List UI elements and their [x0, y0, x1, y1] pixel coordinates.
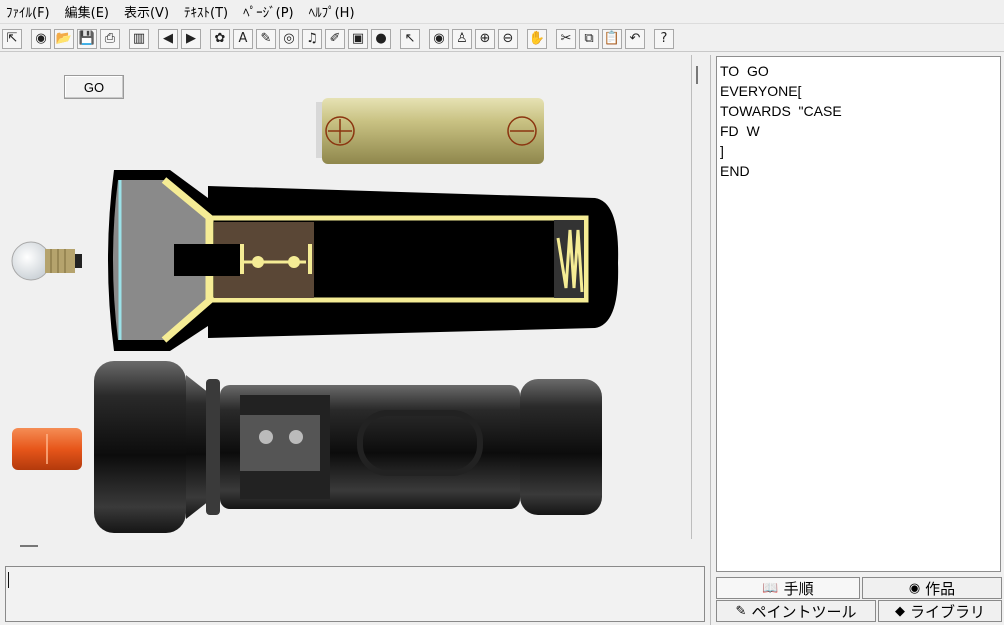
zoom-out-icon[interactable]: ⊖ — [498, 28, 518, 49]
brush-icon: ✎ — [735, 603, 747, 619]
tab-library[interactable]: ◆ ライブラリ — [878, 600, 1002, 622]
flashlight-tail — [520, 379, 602, 515]
menu-help[interactable]: ﾍﾙﾌﾟ(H) — [309, 2, 364, 21]
flashlight-ring — [206, 379, 220, 515]
copy-icon[interactable]: ⧉ — [579, 28, 599, 49]
zoom-in-icon[interactable]: ⊕ — [475, 28, 495, 49]
flashlight-photo[interactable] — [90, 355, 610, 540]
battery-image[interactable] — [314, 96, 549, 166]
pointer-icon[interactable]: ↖ — [400, 28, 420, 49]
cut-icon[interactable]: ✂ — [556, 28, 576, 49]
globe-icon[interactable]: ◉ — [31, 28, 51, 49]
text-caret — [8, 572, 9, 588]
arrow-left-icon[interactable]: ◀ — [158, 28, 178, 49]
print-icon[interactable]: ⎙ — [100, 28, 120, 49]
text-box-icon[interactable]: A — [233, 28, 253, 49]
stamp-icon[interactable]: ● — [371, 28, 391, 49]
shapes-icon: ◆ — [894, 603, 905, 619]
arrow-right-icon[interactable]: ▶ — [181, 28, 201, 49]
pencil-icon[interactable]: ✐ — [325, 28, 345, 49]
music-icon[interactable]: ♫ — [302, 28, 322, 49]
tab-library-label: ライブラリ — [909, 602, 985, 621]
stop-hand-icon[interactable]: ✋ — [527, 28, 547, 49]
person-icon[interactable]: ♙ — [452, 28, 472, 49]
flashlight-head — [94, 361, 186, 533]
globe-icon: ◉ — [908, 580, 921, 596]
eye-icon[interactable]: ◎ — [279, 28, 299, 49]
menu-view[interactable]: 表示(V) — [124, 2, 178, 21]
paint-icon[interactable]: ✎ — [256, 28, 276, 49]
tab-procedures[interactable]: 📖 手順 — [716, 577, 860, 599]
view-eye-icon[interactable]: ◉ — [429, 28, 449, 49]
code-line: END — [720, 163, 750, 179]
tab-paint-tools-label: ペイントツール — [751, 602, 857, 621]
new-page-icon[interactable]: ⇱ — [2, 28, 22, 49]
flashlight-switch-plate — [240, 415, 320, 471]
menu-text[interactable]: ﾃｷｽﾄ(T) — [184, 2, 237, 21]
procedure-editor[interactable]: TO GO EVERYONE[ TOWARDS "CASE FD W ] END — [716, 56, 1001, 572]
tab-procedures-label: 手順 — [783, 579, 814, 598]
camera-icon[interactable]: ▣ — [348, 28, 368, 49]
menu-bar: ﾌｧｲﾙ(F) 編集(E) 表示(V) ﾃｷｽﾄ(T) ﾍﾟｰｼﾞ(P) ﾍﾙﾌ… — [0, 0, 1004, 24]
message-box[interactable] — [5, 566, 705, 622]
code-line: TO GO — [720, 63, 769, 79]
paste-icon[interactable]: 📋 — [602, 28, 622, 49]
vertical-scroll-indicator[interactable] — [696, 66, 698, 84]
go-button[interactable]: GO — [64, 75, 124, 99]
horizontal-scroll-indicator[interactable] — [20, 545, 38, 547]
code-line: FD W — [720, 123, 760, 139]
help-icon[interactable]: ? — [654, 28, 674, 49]
code-line: TOWARDS "CASE — [720, 103, 842, 119]
menu-edit[interactable]: 編集(E) — [65, 2, 118, 21]
light-bulb-image[interactable] — [11, 239, 83, 283]
toolbar: ⇱ ◉ 📂 💾 ⎙ ▥ ◀ ▶ ✿ A ✎ ◎ ♫ ✐ ▣ ● ↖ ◉ ♙ ⊕ ⊖ ✋ ✂ ⧉ 📋 ↶? — [0, 26, 1004, 52]
orange-cap-image[interactable] — [11, 426, 83, 472]
code-line: EVERYONE[ — [720, 83, 802, 99]
turtle-icon[interactable]: ✿ — [210, 28, 230, 49]
bulb-socket — [174, 244, 240, 276]
save-icon[interactable]: 💾 — [77, 28, 97, 49]
flashlight-diagram[interactable] — [100, 168, 620, 353]
tab-projects-label: 作品 — [925, 579, 956, 598]
menu-file[interactable]: ﾌｧｲﾙ(F) — [6, 2, 59, 21]
code-line: ] — [720, 143, 724, 159]
undo-icon[interactable]: ↶ — [625, 28, 645, 49]
open-folder-icon[interactable]: 📂 — [54, 28, 74, 49]
tab-projects[interactable]: ◉ 作品 — [862, 577, 1002, 599]
book-icon[interactable]: ▥ — [129, 28, 149, 49]
menu-page[interactable]: ﾍﾟｰｼﾞ(P) — [243, 2, 302, 21]
book-icon: 📖 — [762, 580, 779, 596]
battery-slot — [314, 224, 554, 296]
tab-paint-tools[interactable]: ✎ ペイントツール — [716, 600, 876, 622]
